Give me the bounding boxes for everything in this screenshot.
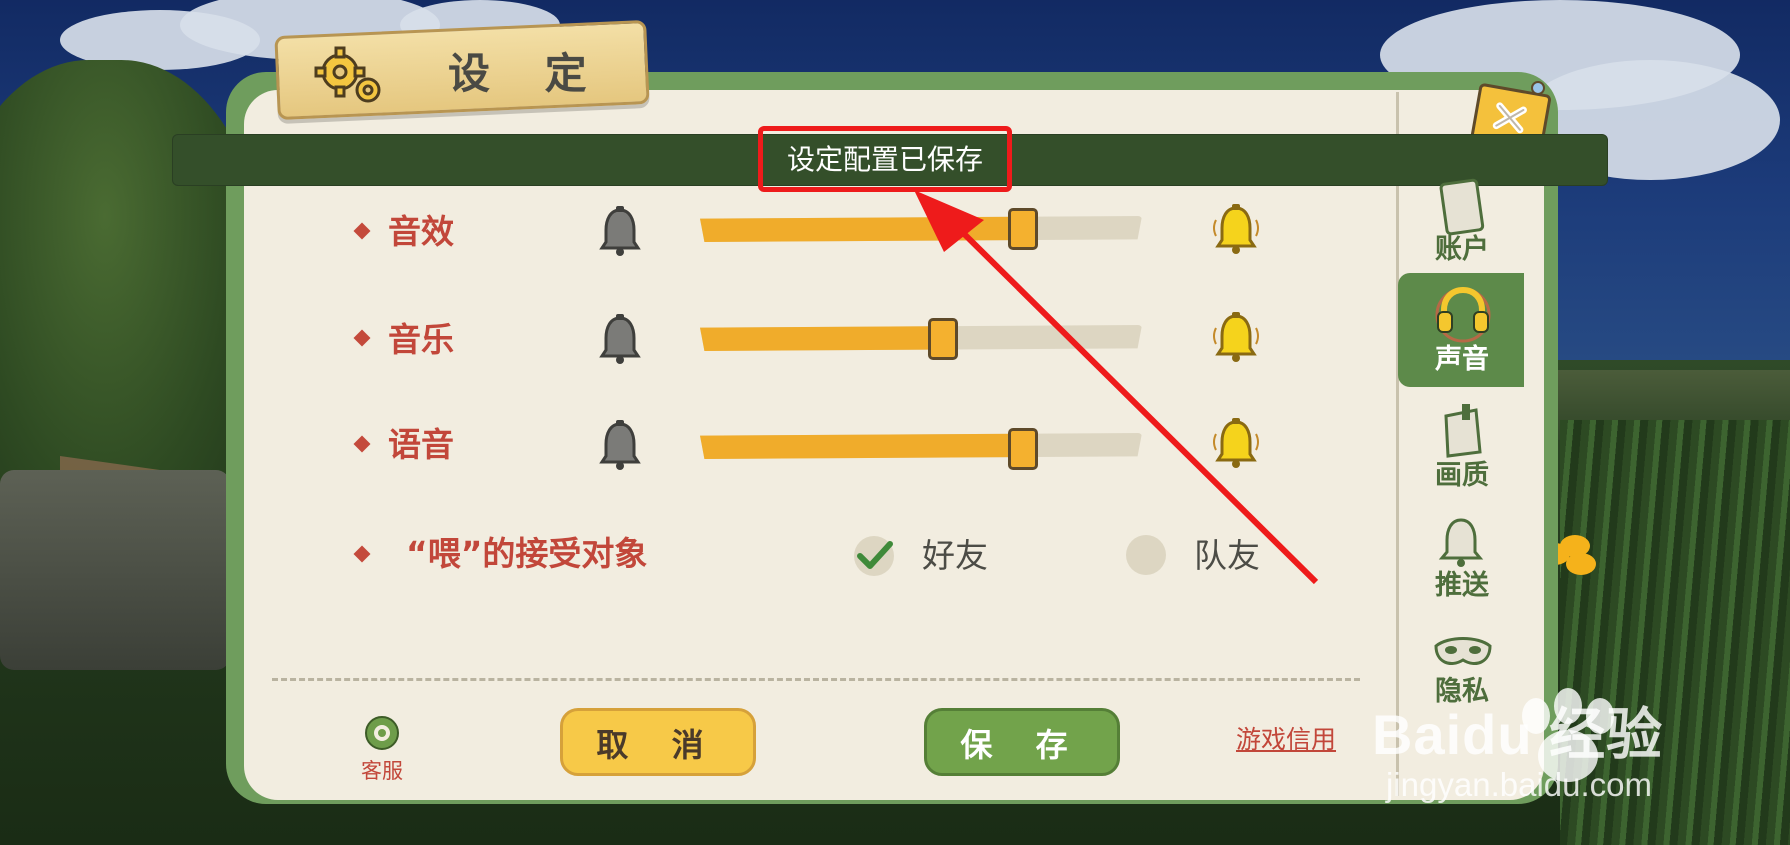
save-button[interactable]: 保 存	[924, 708, 1120, 776]
sidebar-item-label: 声音	[1435, 344, 1489, 375]
headphones-icon	[1435, 286, 1491, 343]
gear-icon	[314, 46, 381, 103]
sidebar-item-label: 推送	[1435, 570, 1489, 601]
slider-knob[interactable]	[1007, 428, 1038, 470]
mask-icon	[1434, 637, 1492, 665]
sidebar-item-sound[interactable]: 声音	[1400, 278, 1524, 388]
annotation-highlight-box	[758, 126, 1012, 192]
watermark-brand: Baidu 经验	[1372, 703, 1664, 766]
bell-loud-icon	[1213, 312, 1259, 362]
sidebar-item-label: 画质	[1435, 460, 1489, 491]
music-slider[interactable]	[700, 325, 1142, 351]
bell-icon	[1438, 518, 1484, 567]
watermark-url: jingyan.baidu.com	[1386, 766, 1652, 803]
panel-title: 设 定	[448, 49, 607, 98]
bell-loud-icon	[1213, 204, 1259, 254]
sidebar-item-push[interactable]: 推送	[1400, 512, 1524, 608]
voice-slider[interactable]	[700, 433, 1142, 459]
music-label: 音乐	[388, 320, 454, 359]
option-teammates-label[interactable]: 队友	[1194, 534, 1260, 578]
feed-target-label: “喂”的接受对象	[406, 534, 648, 573]
sound-effects-slider[interactable]	[700, 216, 1142, 242]
customer-service-label[interactable]: 客服	[352, 756, 412, 786]
slider-knob[interactable]	[1007, 208, 1038, 250]
bell-loud-icon	[1213, 418, 1259, 468]
option-friends-label[interactable]: 好友	[922, 534, 988, 578]
bell-muted-icon	[599, 314, 641, 364]
card-icon	[1439, 178, 1485, 236]
slider-knob[interactable]	[928, 318, 959, 360]
checkmark-icon[interactable]	[852, 534, 896, 578]
slider-fill	[700, 216, 1023, 242]
bell-muted-icon	[599, 206, 641, 256]
rock	[0, 470, 230, 670]
cancel-button[interactable]: 取 消	[560, 708, 756, 776]
game-credit-link[interactable]: 游戏信用	[1236, 722, 1356, 758]
paper-icon	[1444, 404, 1482, 458]
divider	[272, 678, 1360, 681]
customer-service-icon[interactable]	[364, 715, 400, 751]
slider-fill	[700, 433, 1023, 459]
voice-label: 语音	[388, 425, 454, 464]
sidebar-item-graphics[interactable]: 画质	[1400, 400, 1524, 496]
slider-fill	[700, 325, 944, 351]
sidebar-item-label: 账户	[1435, 234, 1489, 265]
sidebar-item-account[interactable]: 账户	[1400, 172, 1524, 272]
radio-teammates[interactable]	[1126, 535, 1166, 575]
bell-muted-icon	[599, 420, 641, 470]
sound-effects-label: 音效	[388, 212, 454, 251]
